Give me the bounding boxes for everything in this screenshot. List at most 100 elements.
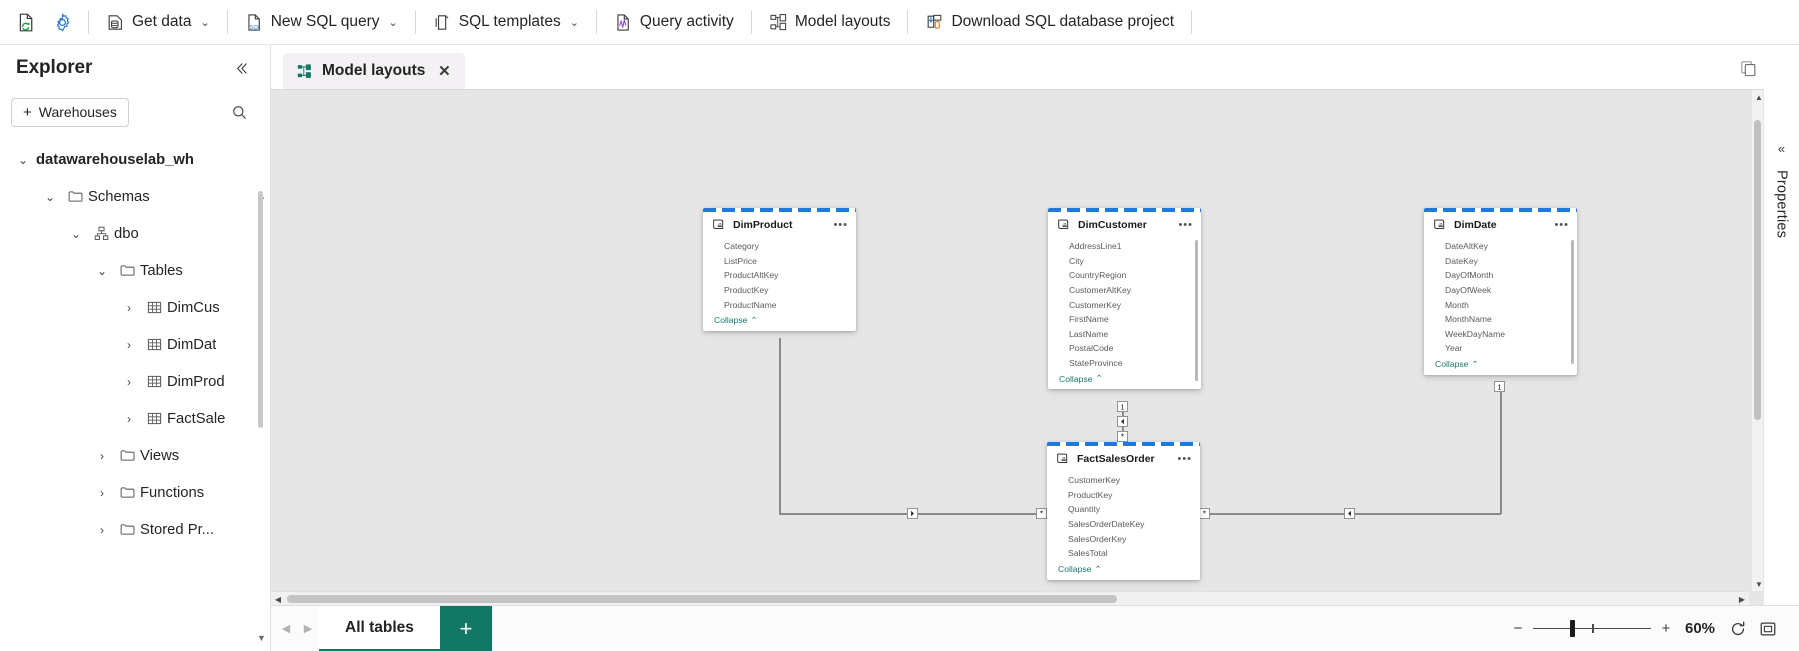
entity-card-more-menu[interactable]: ••• [1554,219,1569,230]
properties-label[interactable]: Properties [1774,170,1790,238]
entity-card-collapse-button[interactable]: Collapse ⌃ [1424,356,1577,375]
entity-card-collapse-button[interactable]: Collapse ⌃ [703,312,856,331]
sheet-tab-all-tables[interactable]: All tables [319,606,440,651]
zoom-out-button[interactable]: − [1507,617,1529,641]
entity-field[interactable]: AddressLine1 [1048,239,1201,254]
entity-card-more-menu[interactable]: ••• [833,219,848,230]
canvas-scroll-down-button[interactable]: ▼ [1752,577,1763,591]
entity-card-dimproduct[interactable]: DimProduct ••• Category ListPrice ProductAlt… [703,208,856,331]
entity-field[interactable]: Category [703,239,856,254]
entity-card-header[interactable]: DimDate ••• [1424,212,1577,237]
entity-field[interactable]: ListPrice [703,254,856,269]
toolbar-query-activity-button[interactable]: Query activity [605,5,743,39]
entity-field[interactable]: City [1048,254,1201,269]
chevron-right-icon[interactable]: › [89,486,115,500]
canvas-horizontal-scroll-thumb[interactable] [287,595,1117,603]
add-sheet-button[interactable]: + [439,606,492,651]
chevron-down-icon[interactable]: ⌄ [37,190,63,204]
close-icon[interactable]: ✕ [434,61,454,81]
canvas-scroll-left-button[interactable]: ◀ [271,592,285,605]
scroll-down-arrow[interactable]: ▼ [255,631,268,644]
entity-field[interactable]: DayOfMonth [1424,268,1577,283]
refresh-sql-icon[interactable] [8,5,44,39]
chevron-right-icon[interactable]: › [116,301,142,315]
fit-to-screen-icon[interactable] [1753,615,1783,643]
page-prev-arrow[interactable]: ◀ [275,616,297,642]
zoom-slider-thumb[interactable] [1569,620,1575,637]
entity-field[interactable]: Month [1424,297,1577,312]
tree-item-dimdat[interactable]: › DimDat [0,326,270,363]
tree-item-dbo[interactable]: ⌄ dbo [0,215,270,252]
copy-icon[interactable] [1733,53,1763,83]
sidebar-scrollbar-thumb[interactable] [258,191,263,428]
entity-field[interactable]: SalesOrderKey [1047,531,1200,546]
canvas-vertical-scroll-thumb[interactable] [1754,120,1761,420]
entity-field[interactable]: StateProvince [1048,356,1201,371]
tree-item-functions[interactable]: › Functions [0,474,270,511]
canvas-scroll-right-button[interactable]: ▶ [1735,592,1749,605]
chevron-right-icon[interactable]: › [89,523,115,537]
entity-field[interactable]: CustomerKey [1047,473,1200,488]
tree-item-factsale[interactable]: › FactSale [0,400,270,437]
gear-icon[interactable] [44,5,80,39]
entity-card-header[interactable]: DimCustomer ••• [1048,212,1201,237]
chevron-double-left-icon[interactable]: « [1778,141,1785,156]
entity-card-collapse-button[interactable]: Collapse ⌃ [1047,561,1200,580]
entity-card-more-menu[interactable]: ••• [1178,219,1193,230]
chevron-double-left-icon[interactable] [228,55,254,81]
entity-field[interactable]: CustomerKey [1048,297,1201,312]
zoom-in-button[interactable]: + [1655,617,1677,641]
entity-field[interactable]: CountryRegion [1048,268,1201,283]
model-diagram-canvas[interactable]: * 1 * 1 * ▲ ▼ ◀ ▶ DimProduct ••• Categor… [271,89,1763,605]
entity-field[interactable]: MonthName [1424,312,1577,327]
entity-card-scrollbar[interactable] [1571,240,1574,365]
tree-item-schemas[interactable]: ⌄ Schemas [0,178,270,215]
entity-field[interactable]: WeekDayName [1424,327,1577,342]
entity-field[interactable]: PostalCode [1048,341,1201,356]
tree-item-tables[interactable]: ⌄ Tables [0,252,270,289]
entity-field[interactable]: Year [1424,341,1577,356]
entity-card-collapse-button[interactable]: Collapse ⌃ [1048,370,1201,389]
page-next-arrow[interactable]: ▶ [297,616,319,642]
tree-item-stored-pr[interactable]: › Stored Pr... [0,511,270,548]
tree-item-views[interactable]: › Views [0,437,270,474]
entity-field[interactable]: ProductAltKey [703,268,856,283]
entity-field[interactable]: DayOfWeek [1424,283,1577,298]
toolbar-new-sql-query-button[interactable]: SQL New SQL query ⌄ [236,5,407,39]
search-icon[interactable] [224,97,254,127]
canvas-scroll-up-button[interactable]: ▲ [1752,90,1763,104]
chevron-right-icon[interactable]: › [116,375,142,389]
entity-card-header[interactable]: DimProduct ••• [703,212,856,237]
tree-item-datawarehouselab-wh[interactable]: ⌄ datawarehouselab_wh [0,141,270,178]
entity-card-header[interactable]: FactSalesOrder ••• [1047,446,1200,471]
tree-item-dimcus[interactable]: › DimCus [0,289,270,326]
entity-card-dimcustomer[interactable]: DimCustomer ••• AddressLine1 City CountryReg… [1048,208,1201,390]
entity-field[interactable]: DateKey [1424,254,1577,269]
add-warehouses-button[interactable]: + Warehouses [11,97,129,127]
canvas-horizontal-scrollbar[interactable]: ◀ ▶ [271,591,1749,605]
chevron-right-icon[interactable]: › [89,449,115,463]
entity-field[interactable]: ProductKey [703,283,856,298]
entity-field[interactable]: LastName [1048,327,1201,342]
tab-model-layouts[interactable]: Model layouts ✕ [283,53,466,89]
entity-field[interactable]: DateAltKey [1424,239,1577,254]
entity-card-dimdate[interactable]: DimDate ••• DateAltKey DateKey DayOfMonth Day… [1424,208,1577,375]
entity-field[interactable]: FirstName [1048,312,1201,327]
toolbar-model-layouts-button[interactable]: Model layouts [760,5,900,39]
zoom-slider[interactable] [1533,618,1651,640]
toolbar-sql-templates-button[interactable]: SQL templates ⌄ [424,5,588,39]
entity-field[interactable]: SalesTotal [1047,546,1200,561]
chevron-right-icon[interactable]: › [116,412,142,426]
reset-zoom-icon[interactable] [1723,615,1753,643]
toolbar-download-sql-project-button[interactable]: Download SQL database project [916,5,1183,39]
entity-field[interactable]: Quantity [1047,502,1200,517]
entity-field[interactable]: CustomerAltKey [1048,283,1201,298]
toolbar-get-data-button[interactable]: Get data ⌄ [97,5,219,39]
tree-item-dimprod[interactable]: › DimProd [0,363,270,400]
entity-field[interactable]: ProductKey [1047,488,1200,503]
entity-card-scrollbar[interactable] [1195,240,1198,382]
entity-field[interactable]: SalesOrderDateKey [1047,517,1200,532]
chevron-right-icon[interactable]: › [116,338,142,352]
entity-card-factsalesorder[interactable]: FactSalesOrder ••• CustomerKey ProductKey Qu… [1047,442,1200,580]
chevron-down-icon[interactable]: ⌄ [10,153,36,167]
